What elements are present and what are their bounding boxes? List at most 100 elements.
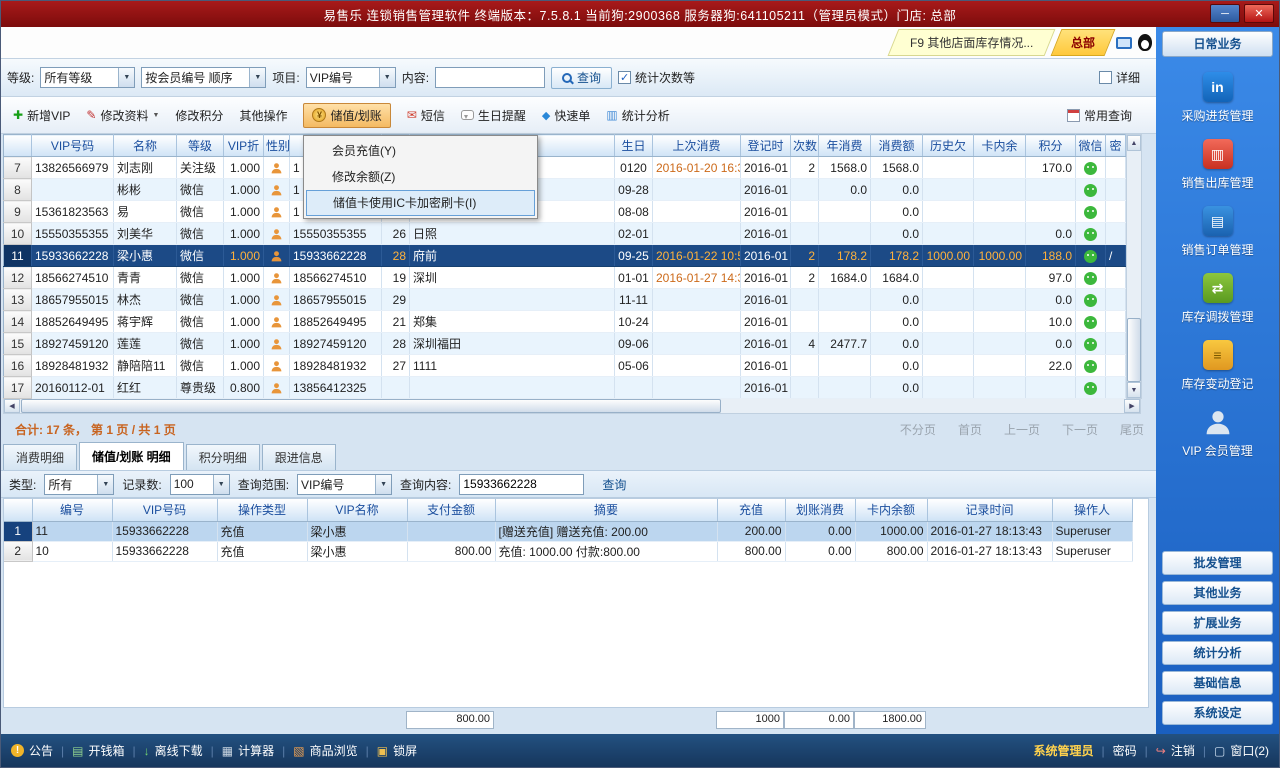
record-count-select[interactable]: 100 ▼ (170, 474, 230, 495)
sidebar-header-daily-business[interactable]: 日常业务 (1162, 31, 1273, 57)
vertical-scrollbar-thumb[interactable] (1127, 318, 1141, 382)
sidebar-item-stock-transfer[interactable]: ⇄ 库存调拨管理 (1162, 266, 1273, 333)
horizontal-scrollbar-thumb[interactable] (21, 399, 721, 413)
column-header[interactable]: 记录时间 (927, 499, 1052, 521)
member-row[interactable]: 9 15361823563 易 微信 1.000 1 08-08 2016-01 (4, 201, 1126, 223)
first-page-link[interactable]: 首页 (958, 421, 982, 438)
column-header[interactable]: 次数 (791, 135, 819, 157)
column-header[interactable]: 生日 (615, 135, 653, 157)
column-header[interactable]: 登记时 (741, 135, 791, 157)
column-header[interactable]: 支付金额 (407, 499, 495, 521)
detail-row[interactable]: 2 10 15933662228 充值 梁小惠 800.00 充值: 1000.… (4, 541, 1132, 561)
sidebar-item-stock-change[interactable]: ≡ 库存变动登记 (1162, 333, 1273, 400)
scroll-up-icon[interactable]: ▲ (1127, 135, 1141, 151)
edit-info-button[interactable]: ✎ 修改资料 ▼ (86, 107, 159, 124)
qq-icon[interactable] (1138, 34, 1152, 51)
detail-checkbox[interactable]: 详细 (1099, 69, 1140, 86)
menu-item[interactable]: 储值卡使用IC卡加密刷卡(I) (306, 190, 535, 216)
member-row[interactable]: 13 18657955015 林杰 微信 1.000 18657955015 2… (4, 289, 1126, 311)
horizontal-scrollbar[interactable]: ◀ ▶ (3, 398, 1141, 414)
member-row[interactable]: 8 彬彬 微信 1.000 1 09-28 2016-01 0.0 (4, 179, 1126, 201)
store-tab-headquarters[interactable]: 总部 (1051, 29, 1116, 56)
sidebar-button[interactable]: 系统设定 (1162, 701, 1273, 725)
logout-button[interactable]: ↪ 注销 (1156, 742, 1195, 759)
content-input[interactable] (435, 67, 545, 88)
sort-order-select[interactable]: 按会员编号 顺序 ▼ (141, 67, 266, 88)
member-row[interactable]: 14 18852649495 蒋宇辉 微信 1.000 18852649495 … (4, 311, 1126, 333)
lock-screen-button[interactable]: ▣ 锁屏 (377, 742, 417, 759)
column-header[interactable]: 操作人 (1052, 499, 1132, 521)
stats-checkbox[interactable]: ✓ 统计次数等 (618, 69, 695, 86)
minimize-button[interactable]: ─ (1210, 4, 1240, 23)
next-page-link[interactable]: 下一页 (1062, 421, 1098, 438)
column-header[interactable]: 上次消费 (653, 135, 741, 157)
birthday-reminder-button[interactable]: 生日提醒 (461, 107, 526, 124)
menu-item[interactable]: 修改余额(Z) (306, 164, 535, 190)
sidebar-button[interactable]: 扩展业务 (1162, 611, 1273, 635)
monitor-icon[interactable] (1116, 37, 1132, 49)
column-header[interactable]: 积分 (1026, 135, 1076, 157)
quick-order-button[interactable]: ◆ 快速单 (542, 107, 590, 124)
sidebar-item-sales-outbound[interactable]: ▥ 销售出库管理 (1162, 132, 1273, 199)
cash-drawer-button[interactable]: ▤ 开钱箱 (72, 742, 124, 759)
column-header[interactable]: 划账消费 (785, 499, 855, 521)
column-header[interactable]: 充值 (717, 499, 785, 521)
sidebar-button[interactable]: 统计分析 (1162, 641, 1273, 665)
member-row[interactable]: 17 20160112-01 红红 尊贵级 0.800 13856412325 … (4, 377, 1126, 399)
detail-search-button[interactable]: 查询 (592, 476, 636, 493)
scroll-left-icon[interactable]: ◀ (4, 399, 20, 413)
calculator-button[interactable]: ▦ 计算器 (222, 742, 274, 759)
common-query-button[interactable]: 常用查询 (1067, 107, 1132, 124)
column-header[interactable]: 等级 (177, 135, 224, 157)
search-button[interactable]: 查询 (551, 67, 612, 89)
column-header[interactable]: 操作类型 (217, 499, 307, 521)
column-header[interactable]: 卡内余 (974, 135, 1026, 157)
f9-other-store-stock-tab[interactable]: F9 其他店面库存情况... (887, 29, 1055, 56)
item-select[interactable]: VIP编号 ▼ (306, 67, 396, 88)
scroll-right-icon[interactable]: ▶ (1124, 399, 1140, 413)
column-header[interactable]: 编号 (32, 499, 112, 521)
member-row[interactable]: 16 18928481932 静陪陪11 微信 1.000 1892848193… (4, 355, 1126, 377)
query-content-input[interactable] (459, 474, 584, 495)
member-row[interactable]: 12 18566274510 青青 微信 1.000 18566274510 1… (4, 267, 1126, 289)
detail-row[interactable]: 1 11 15933662228 充值 梁小惠 [赠送充值] 赠送充值: 200… (4, 521, 1132, 541)
column-header[interactable]: 消费额 (871, 135, 923, 157)
last-page-link[interactable]: 尾页 (1120, 421, 1144, 438)
no-paging-link[interactable]: 不分页 (900, 421, 936, 438)
menu-item[interactable]: 会员充值(Y) (306, 138, 535, 164)
column-header[interactable]: VIP号码 (112, 499, 217, 521)
recharge-button[interactable]: ¥ 储值/划账 (303, 103, 390, 128)
detail-tab[interactable]: 跟进信息 (262, 444, 336, 470)
add-vip-button[interactable]: ✚ 新增VIP (13, 107, 70, 124)
detail-tab[interactable]: 储值/划账 明细 (79, 442, 184, 470)
announcement-button[interactable]: ! 公告 (11, 742, 53, 759)
other-operations-button[interactable]: 其他操作 (239, 107, 287, 124)
detail-tab[interactable]: 消费明细 (3, 444, 77, 470)
detail-tab[interactable]: 积分明细 (186, 444, 260, 470)
scroll-down-icon[interactable]: ▼ (1127, 382, 1141, 398)
sidebar-item-sales-order[interactable]: ▤ 销售订单管理 (1162, 199, 1273, 266)
window-switch-button[interactable]: ▢ 窗口(2) (1214, 742, 1269, 759)
member-row[interactable]: 11 15933662228 梁小惠 微信 1.000 15933662228 … (4, 245, 1126, 267)
column-header[interactable]: 年消费 (819, 135, 871, 157)
goods-browse-button[interactable]: ▧ 商品浏览 (293, 742, 357, 759)
column-header[interactable]: 密 (1106, 135, 1126, 157)
close-button[interactable]: ✕ (1244, 4, 1274, 23)
sidebar-button[interactable]: 其他业务 (1162, 581, 1273, 605)
column-header[interactable]: VIP名称 (307, 499, 407, 521)
column-header[interactable]: VIP折 (224, 135, 264, 157)
column-header[interactable]: 性别 (264, 135, 290, 157)
column-header[interactable]: 卡内余额 (855, 499, 927, 521)
column-header[interactable]: 摘要 (495, 499, 717, 521)
vertical-scrollbar[interactable]: ▲ ▼ (1126, 134, 1142, 399)
query-range-select[interactable]: VIP编号 ▼ (297, 474, 392, 495)
column-header[interactable]: 名称 (114, 135, 177, 157)
offline-download-button[interactable]: ↓ 离线下载 (144, 742, 203, 759)
type-select[interactable]: 所有 ▼ (44, 474, 114, 495)
sidebar-item-vip-member[interactable]: VIP 会员管理 (1162, 400, 1273, 467)
sms-button[interactable]: ✉ 短信 (407, 107, 445, 124)
stats-analysis-button[interactable]: ▥ 统计分析 (606, 107, 669, 124)
column-header[interactable]: 微信 (1076, 135, 1106, 157)
level-select[interactable]: 所有等级 ▼ (40, 67, 135, 88)
member-row[interactable]: 15 18927459120 莲莲 微信 1.000 18927459120 2… (4, 333, 1126, 355)
